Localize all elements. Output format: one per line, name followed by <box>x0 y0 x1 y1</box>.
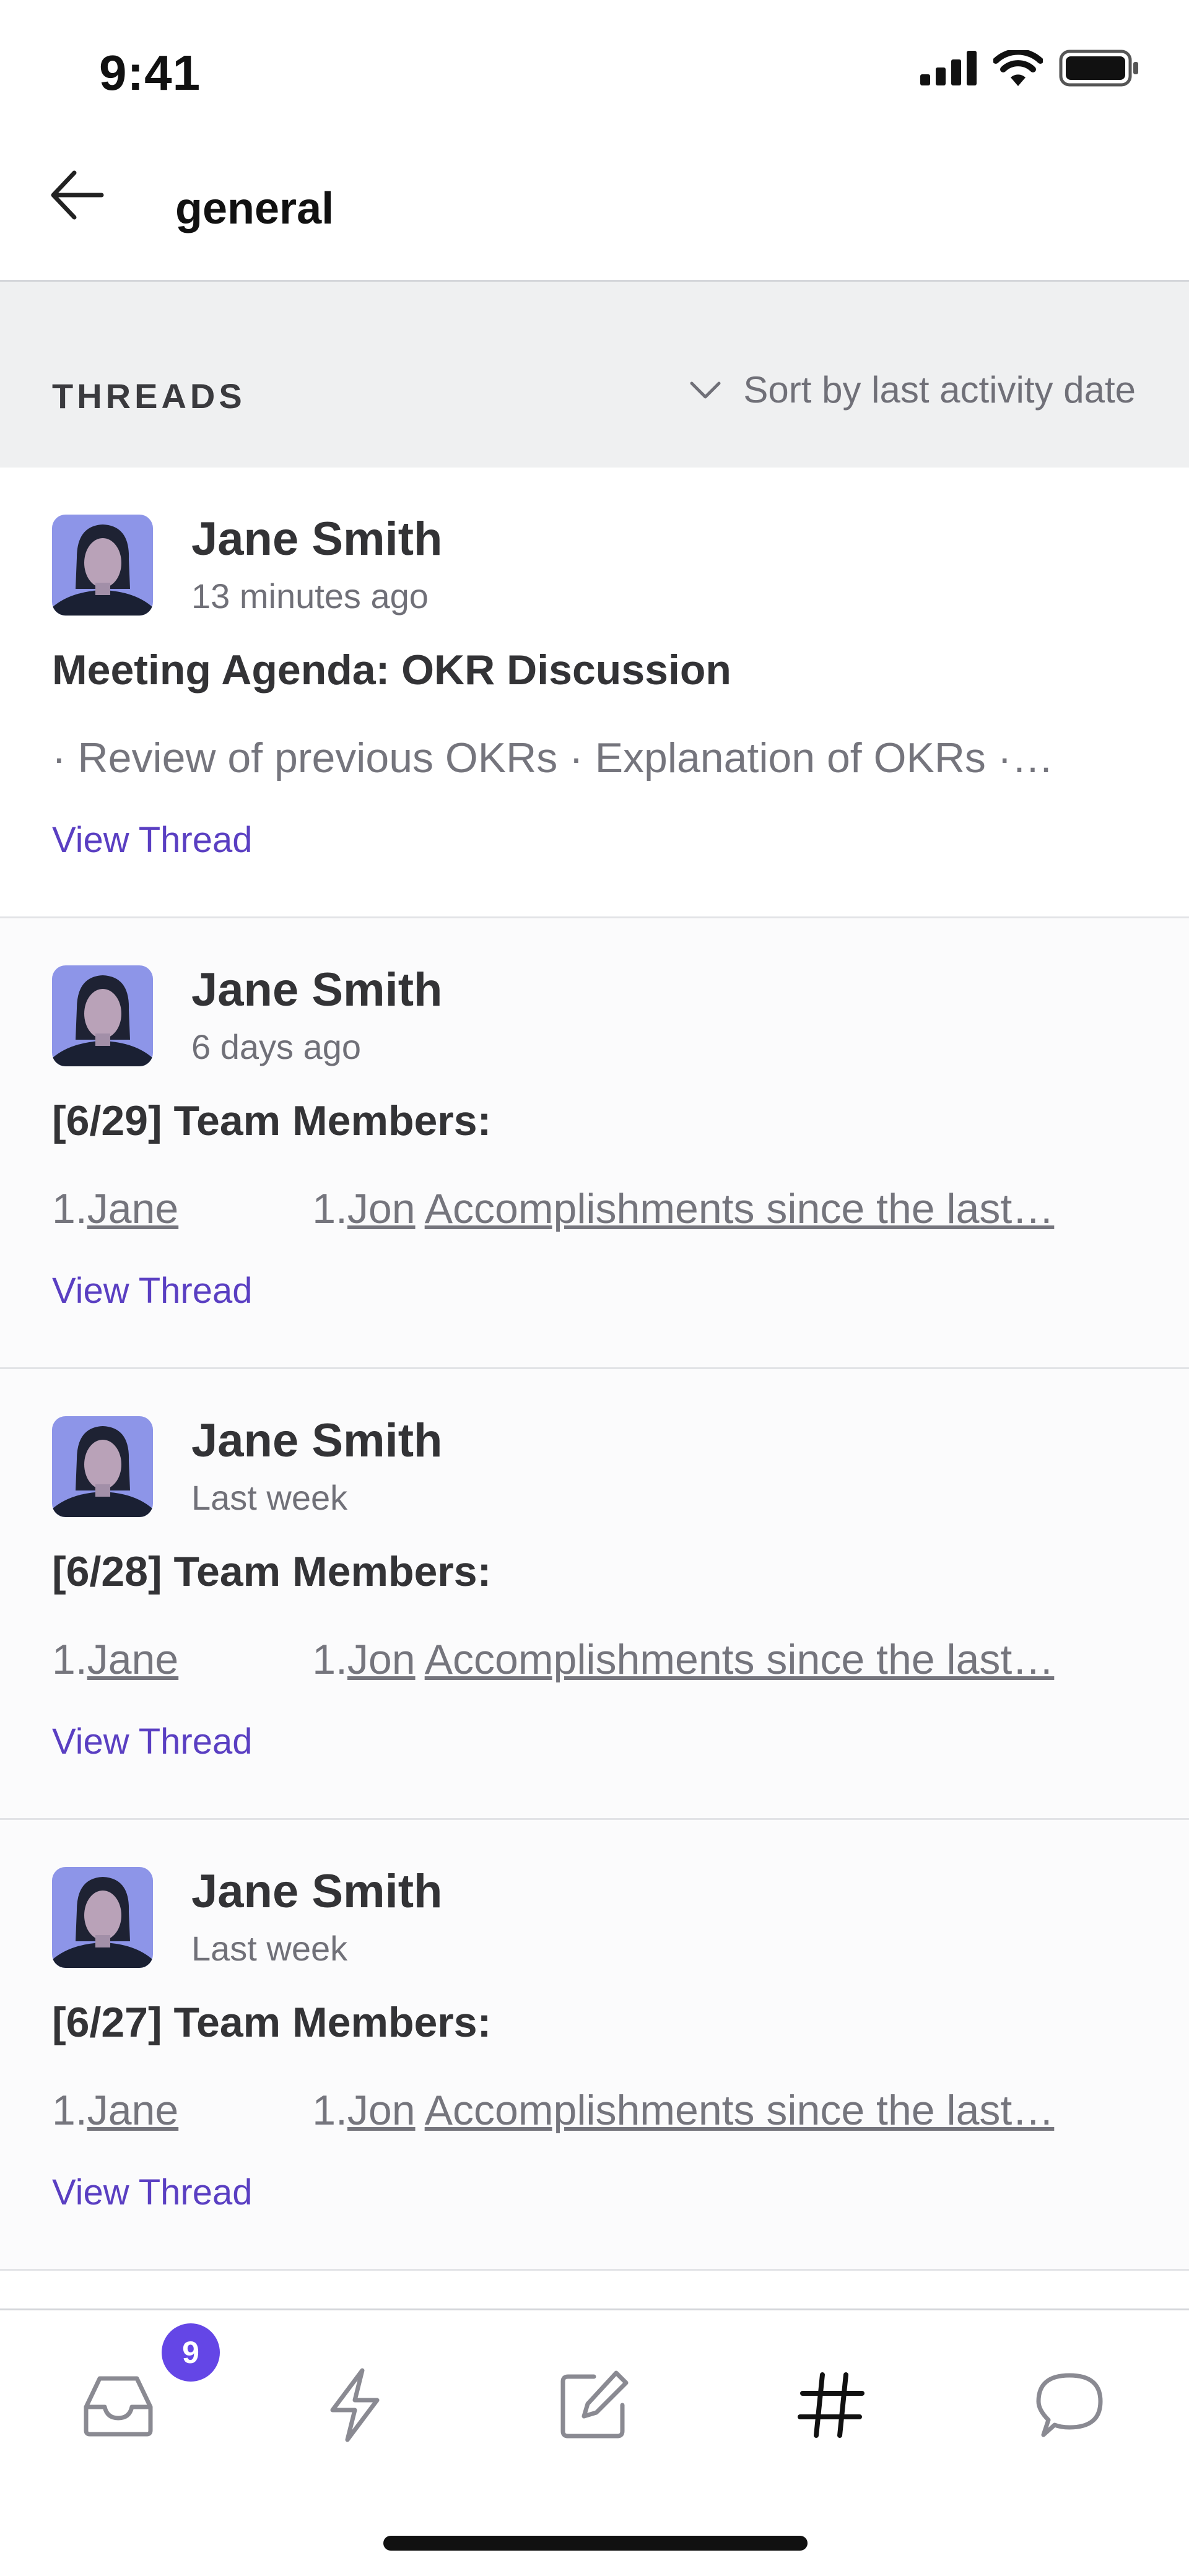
tab-compose[interactable] <box>547 2359 640 2452</box>
battery-icon <box>1059 50 1138 87</box>
thread-title: [6/29] Team Members: <box>52 1097 492 1144</box>
thread-author: Jane Smith <box>191 1865 443 1918</box>
thread-preview: 1.Jane 1.Jon Accomplishments since the la… <box>52 1635 1137 1684</box>
thread-timestamp: 6 days ago <box>191 1027 361 1066</box>
thread-timestamp: Last week <box>191 1478 348 1517</box>
sort-label: Sort by last activity date <box>743 369 1136 411</box>
preview-mention-jon[interactable]: Jon <box>347 1185 416 1232</box>
tab-messages[interactable] <box>1023 2359 1116 2452</box>
avatar <box>52 1416 153 1517</box>
home-indicator[interactable] <box>383 2536 808 2551</box>
back-arrow-icon <box>51 170 104 220</box>
threads-label: THREADS <box>52 376 246 416</box>
preview-number: 1. <box>52 2087 87 2134</box>
threads-section-header: THREADS Sort by last activity date <box>0 282 1189 468</box>
preview-number: 1. <box>312 2087 347 2134</box>
preview-number: 1. <box>312 1636 347 1683</box>
chat-bubble-icon <box>1036 2373 1103 2437</box>
header: general <box>0 142 1189 282</box>
back-button[interactable] <box>43 161 111 229</box>
preview-link[interactable]: Accomplishments since the last… <box>425 2087 1055 2134</box>
preview-mention-jane[interactable]: Jane <box>87 1636 178 1683</box>
inbox-icon <box>84 2376 153 2437</box>
thread-item[interactable]: Jane Smith Last week [6/28] Team Members… <box>0 1369 1189 1820</box>
thread-item[interactable]: Jane Smith Last week [6/27] Team Members… <box>0 1820 1189 2271</box>
threads-list: Jane Smith 13 minutes ago Meeting Agenda… <box>0 468 1189 2271</box>
channel-title: general <box>175 184 334 233</box>
preview-number: 1. <box>52 1185 87 1232</box>
thread-preview: 1.Jane 1.Jon Accomplishments since the la… <box>52 1185 1137 1233</box>
preview-mention-jane[interactable]: Jane <box>87 2087 178 2134</box>
inbox-badge: 9 <box>162 2323 220 2382</box>
tab-inbox[interactable] <box>72 2359 165 2452</box>
preview-mention-jon[interactable]: Jon <box>347 2087 416 2134</box>
preview-number: 1. <box>52 1636 87 1683</box>
chevron-down-icon <box>690 381 721 398</box>
thread-title: [6/28] Team Members: <box>52 1548 492 1595</box>
tab-bar: 9 <box>0 2308 1189 2576</box>
thread-preview: · Review of previous OKRs · Explanation … <box>52 734 1054 781</box>
avatar <box>52 515 153 616</box>
preview-number: 1. <box>312 1185 347 1232</box>
cellular-signal-icon <box>920 51 977 85</box>
view-thread-link[interactable]: View Thread <box>52 1270 253 1312</box>
thread-author: Jane Smith <box>191 964 443 1016</box>
avatar <box>52 1867 153 1968</box>
preview-mention-jon[interactable]: Jon <box>347 1636 416 1683</box>
thread-author: Jane Smith <box>191 513 443 565</box>
tab-activity[interactable] <box>308 2359 401 2452</box>
thread-title: [6/27] Team Members: <box>52 1999 492 2046</box>
thread-author: Jane Smith <box>191 1414 443 1467</box>
sort-dropdown[interactable]: Sort by last activity date <box>690 368 1136 411</box>
preview-link[interactable]: Accomplishments since the last… <box>425 1636 1055 1683</box>
thread-title: Meeting Agenda: OKR Discussion <box>52 646 731 694</box>
status-bar: 9:41 <box>0 0 1189 142</box>
thread-item[interactable]: Jane Smith 13 minutes ago Meeting Agenda… <box>0 468 1189 918</box>
view-thread-link[interactable]: View Thread <box>52 819 253 861</box>
view-thread-link[interactable]: View Thread <box>52 1721 253 1762</box>
preview-link[interactable]: Accomplishments since the last… <box>425 1185 1055 1232</box>
hash-icon <box>798 2372 865 2438</box>
thread-timestamp: 13 minutes ago <box>191 577 429 616</box>
status-icons <box>920 50 1139 87</box>
status-time: 9:41 <box>99 45 201 100</box>
tab-channels[interactable] <box>785 2359 878 2452</box>
preview-mention-jane[interactable]: Jane <box>87 1185 178 1232</box>
compose-icon <box>560 2370 629 2439</box>
thread-timestamp: Last week <box>191 1929 348 1968</box>
lightning-icon <box>330 2368 380 2442</box>
thread-preview: 1.Jane 1.Jon Accomplishments since the la… <box>52 2086 1137 2134</box>
wifi-icon <box>993 50 1043 86</box>
view-thread-link[interactable]: View Thread <box>52 2172 253 2213</box>
thread-item[interactable]: Jane Smith 6 days ago [6/29] Team Member… <box>0 918 1189 1369</box>
avatar <box>52 965 153 1066</box>
